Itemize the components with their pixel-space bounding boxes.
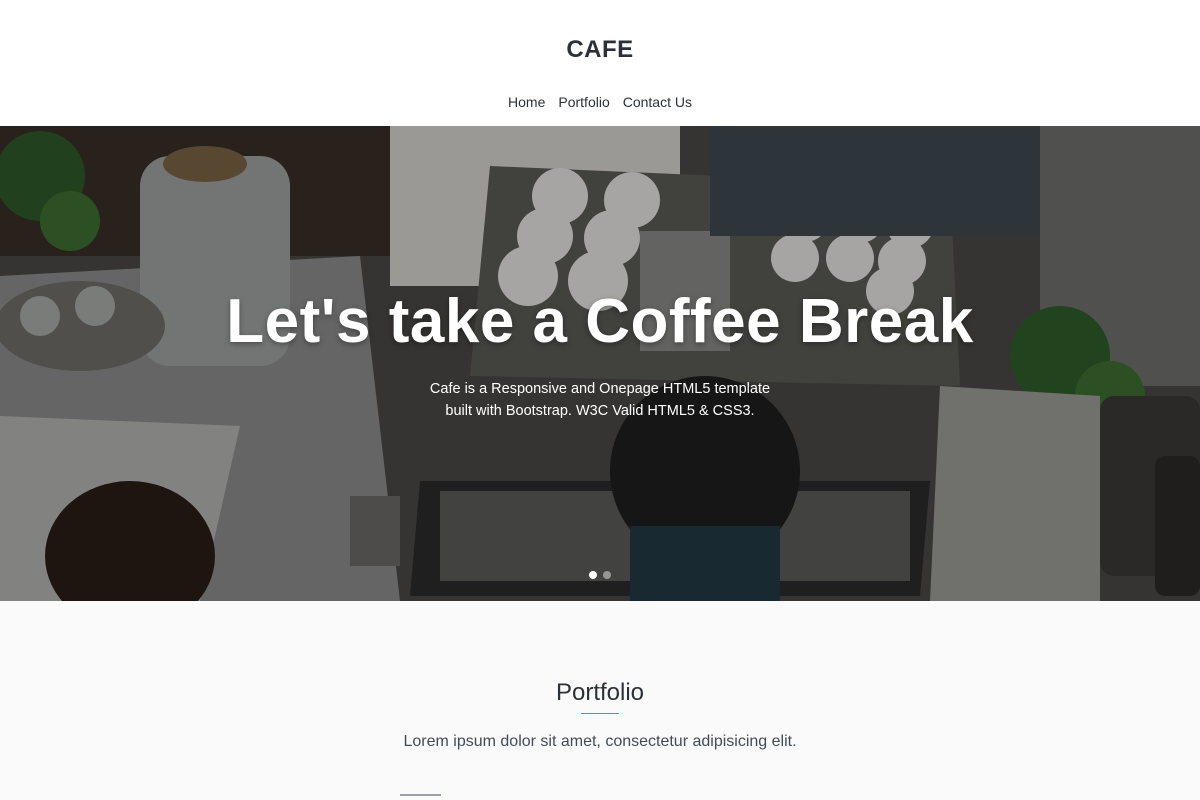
- hero-title: Let's take a Coffee Break: [226, 287, 974, 356]
- nav-contact-us[interactable]: Contact Us: [623, 94, 692, 110]
- portfolio-filter-indicator[interactable]: [400, 794, 441, 796]
- nav-home[interactable]: Home: [508, 94, 545, 110]
- slider-dot-1[interactable]: [589, 571, 597, 579]
- portfolio-section: Portfolio Lorem ipsum dolor sit amet, co…: [0, 601, 1200, 800]
- hero-subtitle-line-2: built with Bootstrap. W3C Valid HTML5 & …: [445, 403, 755, 419]
- heading-underline: [581, 713, 619, 714]
- portfolio-description: Lorem ipsum dolor sit amet, consectetur …: [403, 733, 797, 750]
- hero-slider: Let's take a Coffee Break Cafe is a Resp…: [0, 126, 1200, 601]
- hero-subtitle-line-1: Cafe is a Responsive and Onepage HTML5 t…: [429, 381, 771, 397]
- hero-subtitle: Cafe is a Responsive and Onepage HTML5 t…: [0, 378, 1200, 422]
- nav-portfolio[interactable]: Portfolio: [558, 94, 609, 110]
- slider-dot-2[interactable]: [603, 571, 611, 579]
- site-header: CAFE Home Portfolio Contact Us: [0, 0, 1200, 126]
- hero-overlay: [0, 126, 1200, 601]
- main-nav: Home Portfolio Contact Us: [0, 94, 1200, 110]
- slider-pagination: [0, 571, 1200, 579]
- portfolio-heading: Portfolio: [555, 679, 645, 706]
- site-logo[interactable]: CAFE: [0, 36, 1200, 64]
